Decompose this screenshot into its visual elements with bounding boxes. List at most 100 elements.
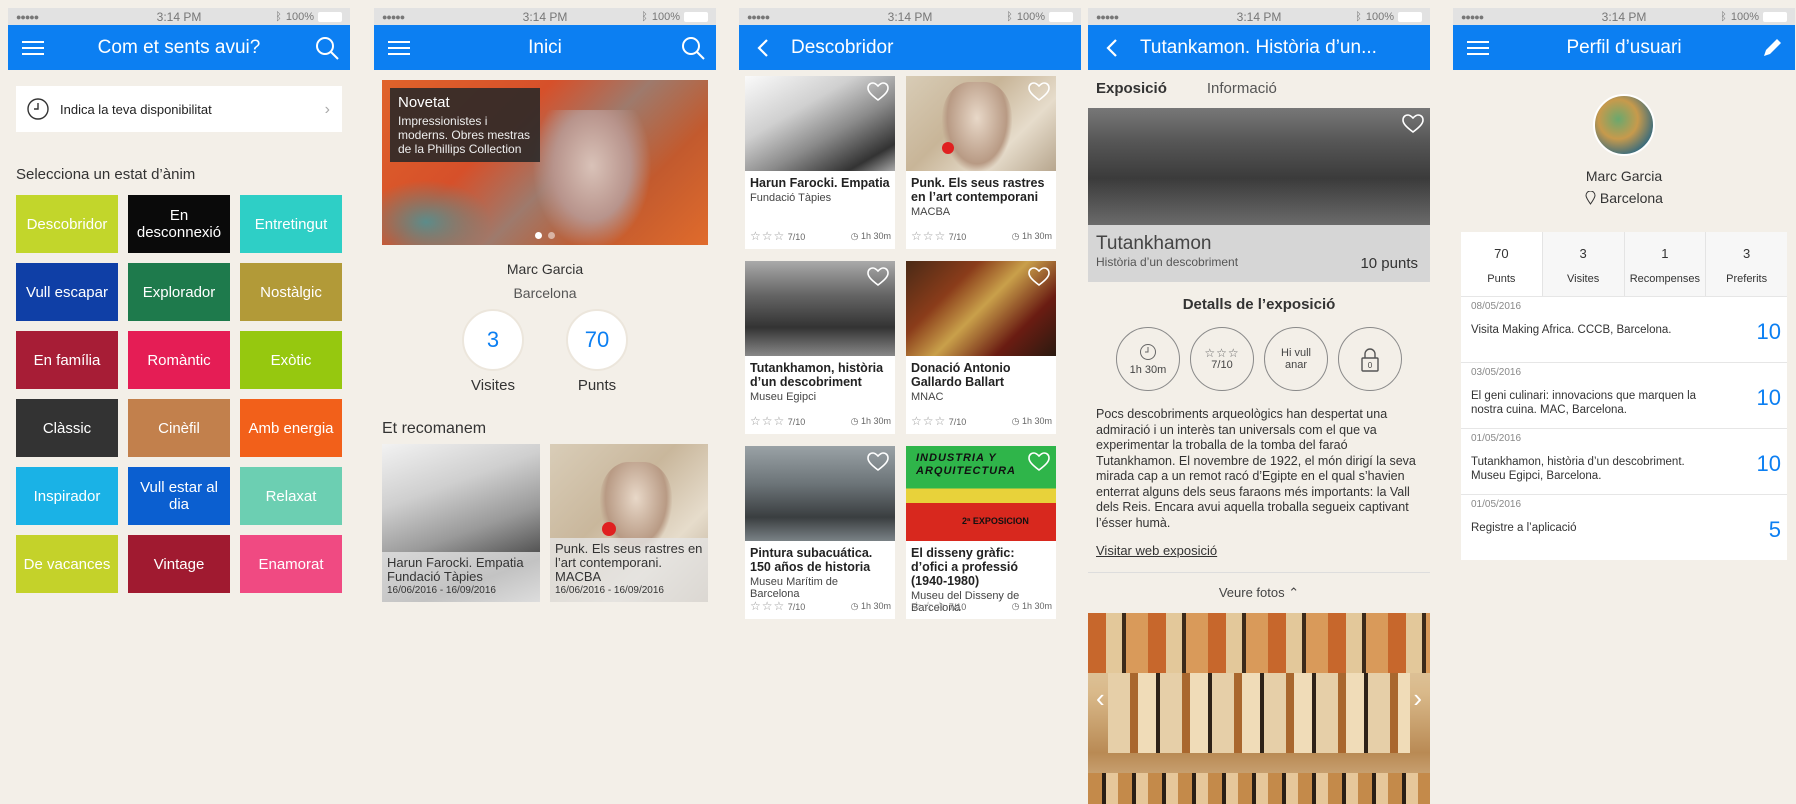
star-icons: ☆☆☆	[750, 229, 786, 243]
visit-web-link[interactable]: Visitar web exposició	[1096, 543, 1217, 558]
heart-icon[interactable]	[867, 452, 889, 472]
chevron-up-icon: ⌃	[1288, 585, 1300, 600]
want-to-go-button[interactable]: Hi vull anar	[1264, 327, 1328, 391]
heart-icon[interactable]	[1028, 452, 1050, 472]
tab-exposicio[interactable]: Exposició	[1096, 80, 1167, 108]
activity-row[interactable]: 08/05/2016 Visita Making Africa. CCCB, Ba…	[1461, 296, 1787, 362]
mood-tile[interactable]: Clàssic	[16, 399, 118, 457]
activity-text: Registre a l’aplicació	[1471, 522, 1577, 534]
chevron-left-icon[interactable]: ‹	[1096, 683, 1105, 714]
hero-banner[interactable]: Novetat Impressionistes i moderns. Obres…	[382, 80, 708, 245]
see-photos-label: Veure fotos	[1218, 585, 1285, 600]
divider	[1088, 572, 1430, 573]
exhibition-image	[745, 261, 895, 356]
exhibition-card[interactable]: Punk. Els seus rastres en l’art contempo…	[906, 76, 1056, 249]
carousel-pager[interactable]	[382, 232, 708, 239]
points-count: 70	[566, 309, 628, 371]
heart-icon[interactable]	[1402, 114, 1424, 134]
profile-tab-value: 3	[1743, 246, 1751, 261]
heart-icon[interactable]	[1028, 267, 1050, 287]
recommend-card[interactable]: Harun Farocki. Empatia Fundació Tàpies 1…	[382, 444, 540, 602]
mood-tile[interactable]: Exòtic	[240, 331, 342, 389]
mood-tile[interactable]: Nostàlgic	[240, 263, 342, 321]
activity-row[interactable]: 03/05/2016 El geni culinari: innovacions …	[1461, 362, 1787, 428]
availability-row[interactable]: Indica la teva disponibilitat ›	[16, 86, 342, 132]
pager-dot[interactable]	[548, 232, 555, 239]
exhibition-card[interactable]: Pintura subacuática. 150 años de histori…	[745, 446, 895, 619]
mood-tile[interactable]: Relaxat	[240, 467, 342, 525]
menu-icon[interactable]	[1467, 37, 1489, 59]
lock-circle: 0	[1338, 327, 1402, 391]
profile-tab[interactable]: 3 Visites	[1541, 232, 1624, 296]
mood-tile[interactable]: Cinèfil	[128, 399, 230, 457]
nav-bar: Com et sents avui?	[8, 25, 350, 70]
activity-list: 08/05/2016 Visita Making Africa. CCCB, Ba…	[1461, 296, 1787, 560]
tab-informacio[interactable]: Informació	[1207, 80, 1277, 108]
mood-tile[interactable]: Entretingut	[240, 195, 342, 253]
mood-tile[interactable]: Enamorat	[240, 535, 342, 593]
profile-tab-label: Visites	[1567, 273, 1600, 285]
profile-tab-value: 3	[1579, 246, 1587, 261]
back-icon[interactable]	[1102, 37, 1124, 59]
menu-icon[interactable]	[22, 37, 44, 59]
nav-bar: Tutankamon. Història d’un...	[1088, 25, 1430, 70]
status-time: 3:14 PM	[522, 9, 568, 24]
chevron-right-icon[interactable]: ›	[1413, 683, 1422, 714]
mood-tile[interactable]: Vull estar al dia	[128, 467, 230, 525]
exhibition-image: INDUSTRIA Y ARQUITECTURA 2ª EXPOSICION	[906, 446, 1056, 541]
heart-icon[interactable]	[867, 82, 889, 102]
screen-profile: ●●●●● 3:14 PM ᛒ 100% Perfil d’usuari Marc…	[1453, 8, 1795, 804]
search-icon[interactable]	[314, 35, 340, 61]
exhibition-image	[745, 446, 895, 541]
edit-icon[interactable]	[1759, 35, 1785, 61]
heart-icon[interactable]	[1028, 82, 1050, 102]
red-nose	[942, 142, 954, 154]
activity-date: 01/05/2016	[1471, 499, 1522, 510]
profile-tab[interactable]: 1 Recompenses	[1623, 232, 1706, 296]
mood-tile[interactable]: Inspirador	[16, 467, 118, 525]
mood-tile[interactable]: De vacances	[16, 535, 118, 593]
mood-tile[interactable]: Explorador	[128, 263, 230, 321]
profile-tab-label: Punts	[1487, 273, 1516, 285]
user-name: Marc Garcia	[506, 261, 584, 277]
recommend-place: Fundació Tàpies	[387, 569, 483, 584]
gallery-image	[1088, 613, 1430, 673]
activity-text: El geni culinari: innovacions que marque…	[1471, 390, 1697, 416]
activity-row[interactable]: 01/05/2016 Tutankhamon, història d’un des…	[1461, 428, 1787, 494]
exhibition-image	[906, 76, 1056, 171]
heart-icon[interactable]	[867, 267, 889, 287]
duration-value: 1h 30m	[1129, 363, 1167, 376]
mood-tile[interactable]: En desconnexió	[128, 195, 230, 253]
exhibition-card[interactable]: Tutankhamon, història d’un descobriment M…	[745, 261, 895, 434]
visits-stat[interactable]: 3 Visites	[462, 309, 524, 394]
exhibition-card[interactable]: Donació Antonio Gallardo Ballart MNAC ☆☆☆ …	[906, 261, 1056, 434]
exhibition-card[interactable]: Harun Farocki. Empatia Fundació Tàpies ☆☆☆…	[745, 76, 895, 249]
pager-dot[interactable]	[535, 232, 542, 239]
exhibition-place: MACBA	[911, 206, 951, 218]
search-icon[interactable]	[680, 35, 706, 61]
mood-tile[interactable]: Romàntic	[128, 331, 230, 389]
exhibition-time: 1h 30m	[1021, 230, 1052, 241]
back-icon[interactable]	[753, 37, 775, 59]
activity-row[interactable]: 01/05/2016 Registre a l’aplicació 5	[1461, 494, 1787, 560]
mood-tile[interactable]: Vintage	[128, 535, 230, 593]
star-icons: ☆☆☆	[911, 414, 947, 428]
menu-icon[interactable]	[388, 37, 410, 59]
exhibition-card[interactable]: INDUSTRIA Y ARQUITECTURA 2ª EXPOSICION El …	[906, 446, 1056, 619]
hero-text: Impressionistes i moderns. Obres mestras…	[398, 114, 531, 156]
mood-tile[interactable]: En família	[16, 331, 118, 389]
chevron-right-icon: ›	[324, 101, 330, 118]
see-photos-toggle[interactable]: Veure fotos ⌃	[1088, 585, 1430, 601]
clock-icon: ◷	[850, 600, 859, 611]
recommend-date: 16/06/2016 - 16/09/2016	[555, 585, 664, 596]
mood-tile[interactable]: Descobridor	[16, 195, 118, 253]
recommend-card[interactable]: Punk. Els seus rastres en l’art contempo…	[550, 444, 708, 602]
profile-tab[interactable]: 70 Punts	[1461, 232, 1542, 296]
profile-tab[interactable]: 3 Preferits	[1705, 232, 1787, 296]
points-stat[interactable]: 70 Punts	[566, 309, 628, 394]
recommend-title: Et recomanem	[382, 420, 487, 437]
mood-tile[interactable]: Vull escapar	[16, 263, 118, 321]
avatar[interactable]	[1593, 94, 1655, 156]
rating-value: 7/10	[1211, 359, 1233, 371]
mood-tile[interactable]: Amb energia	[240, 399, 342, 457]
